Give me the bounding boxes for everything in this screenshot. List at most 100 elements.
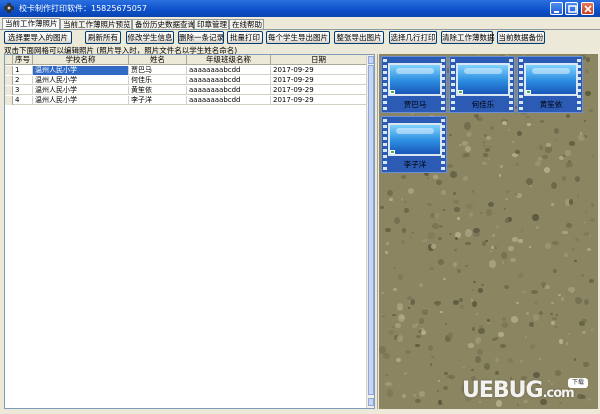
stone-texture-speck <box>550 321 556 326</box>
stone-texture-speck <box>501 322 508 328</box>
edit-student-button[interactable]: 修改学生信息 <box>126 31 174 44</box>
select-photos-button[interactable]: 选择要导入的图片 <box>4 31 72 44</box>
cell-no[interactable]: 4 <box>13 96 33 105</box>
stone-texture-speck <box>575 176 581 183</box>
stone-texture-speck <box>401 239 406 245</box>
cell-class[interactable]: aaaaaaaabcdd <box>187 66 271 75</box>
stone-texture-speck <box>442 277 446 281</box>
stone-texture-speck <box>571 247 575 251</box>
panel-splitter[interactable] <box>377 54 378 409</box>
stone-texture-speck <box>545 243 552 250</box>
student-grid[interactable]: 序号 学校名称 姓名 年级班级名称 日期 1 温州人民小学 贾巴马 aaaaaa… <box>4 54 375 409</box>
stone-texture-speck <box>452 199 459 205</box>
cell-date[interactable]: 2017-09-29 <box>271 96 367 105</box>
tab-divider <box>0 29 600 30</box>
stone-texture-speck <box>502 121 507 125</box>
stone-texture-speck <box>435 302 440 307</box>
stone-texture-speck <box>380 291 384 295</box>
table-row[interactable]: 2 温州人民小学 何佳乐 aaaaaaaabcdd 2017-09-29 <box>5 76 367 85</box>
stone-texture-speck <box>502 317 506 321</box>
cell-name[interactable]: 李子洋 <box>129 96 187 105</box>
stone-texture-speck <box>583 120 587 123</box>
stone-texture-speck <box>418 282 423 287</box>
cell-no[interactable]: 2 <box>13 76 33 85</box>
header-no[interactable]: 序号 <box>13 55 33 65</box>
batch-print-button[interactable]: 批量打印 <box>227 31 263 44</box>
cell-school[interactable]: 温州人民小学 <box>33 86 129 95</box>
table-row[interactable]: 1 温州人民小学 贾巴马 aaaaaaaabcdd 2017-09-29 <box>5 66 367 75</box>
print-rows-button[interactable]: 选择几行打印 <box>389 31 437 44</box>
export-sheet-button[interactable]: 整张导出图片 <box>334 31 384 44</box>
stone-texture-speck <box>480 212 484 214</box>
clear-data-button[interactable]: 清除工作薄数据 <box>441 31 495 44</box>
cell-school[interactable]: 温州人民小学 <box>33 66 129 75</box>
scroll-thumb[interactable] <box>368 65 374 395</box>
stone-texture-speck <box>404 371 408 375</box>
header-name[interactable]: 姓名 <box>129 55 187 65</box>
header-school[interactable]: 学校名称 <box>33 55 129 65</box>
table-row[interactable]: 3 温州人民小学 黄笙依 aaaaaaaabcdd 2017-09-29 <box>5 86 367 95</box>
stone-texture-speck <box>398 273 404 281</box>
stone-texture-speck <box>566 223 573 229</box>
refresh-all-button[interactable]: 刷新所有 <box>85 31 121 44</box>
cell-school[interactable]: 温州人民小学 <box>33 96 129 105</box>
backup-data-button[interactable]: 当前数据备份 <box>497 31 545 44</box>
cell-name[interactable]: 贾巴马 <box>129 66 187 75</box>
stone-texture-speck <box>501 260 505 264</box>
stone-texture-speck <box>460 305 464 310</box>
close-button[interactable] <box>581 2 594 15</box>
stone-texture-speck <box>421 238 428 243</box>
stone-texture-speck <box>408 188 414 195</box>
cell-no[interactable]: 1 <box>13 66 33 75</box>
stone-texture-speck <box>551 302 554 304</box>
stone-texture-speck <box>455 236 458 240</box>
stone-texture-speck <box>562 230 568 235</box>
cell-date[interactable]: 2017-09-29 <box>271 86 367 95</box>
delete-record-button[interactable]: 删除一条记录 <box>178 31 224 44</box>
photo-thumbnail[interactable]: 何佳乐 <box>449 56 515 113</box>
cell-class[interactable]: aaaaaaaabcdd <box>187 96 271 105</box>
grid-vertical-scrollbar[interactable] <box>366 55 374 408</box>
stone-texture-speck <box>565 149 571 156</box>
stone-texture-speck <box>510 315 518 323</box>
cell-name[interactable]: 何佳乐 <box>129 76 187 85</box>
stone-texture-speck <box>403 201 407 204</box>
stone-texture-speck <box>538 145 543 150</box>
image-file-icon <box>390 150 395 154</box>
cell-name[interactable]: 黄笙依 <box>129 86 187 95</box>
stone-texture-speck <box>430 244 437 250</box>
stone-texture-speck <box>471 369 474 372</box>
cell-class[interactable]: aaaaaaaabcdd <box>187 76 271 85</box>
stone-texture-speck <box>385 227 391 233</box>
stone-texture-speck <box>484 363 491 371</box>
cell-date[interactable]: 2017-09-29 <box>271 76 367 85</box>
header-date[interactable]: 日期 <box>271 55 367 65</box>
stone-texture-speck <box>465 132 473 137</box>
minimize-button[interactable] <box>550 2 563 15</box>
header-class[interactable]: 年级班级名称 <box>187 55 271 65</box>
cell-date[interactable]: 2017-09-29 <box>271 66 367 75</box>
stone-texture-speck <box>573 358 577 362</box>
stone-texture-speck <box>584 222 587 224</box>
stone-texture-speck <box>530 185 533 187</box>
export-each-button[interactable]: 每个学生导出图片 <box>266 31 330 44</box>
stone-texture-speck <box>573 259 577 262</box>
photo-thumbnail[interactable]: 李子洋 <box>381 116 447 173</box>
photo-thumbnail[interactable]: 贾巴马 <box>381 56 447 113</box>
cell-no[interactable]: 3 <box>13 86 33 95</box>
stone-texture-speck <box>582 318 587 322</box>
stone-texture-speck <box>447 374 451 378</box>
stone-texture-speck <box>538 358 542 360</box>
table-row[interactable]: 4 温州人民小学 李子洋 aaaaaaaabcdd 2017-09-29 <box>5 96 367 105</box>
stone-texture-speck <box>459 359 462 362</box>
maximize-button[interactable] <box>565 2 578 15</box>
scroll-up-button[interactable] <box>368 56 374 64</box>
stone-texture-speck <box>517 272 524 278</box>
scroll-down-button[interactable] <box>368 398 374 406</box>
cell-school[interactable]: 温州人民小学 <box>33 76 129 85</box>
photo-thumbnail[interactable]: 黄笙依 <box>517 56 583 113</box>
stone-texture-speck <box>569 289 574 294</box>
cell-class[interactable]: aaaaaaaabcdd <box>187 86 271 95</box>
stone-texture-speck <box>465 145 472 153</box>
stone-texture-speck <box>488 158 491 160</box>
